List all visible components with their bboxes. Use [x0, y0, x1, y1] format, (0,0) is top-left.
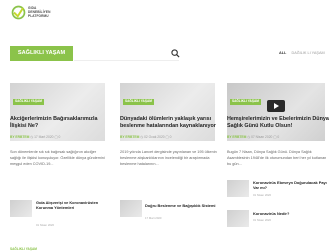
category-tag[interactable]: SAĞLIKLI YAŞAM [230, 99, 261, 105]
post-title[interactable]: Doğru Beslenme ve Bağışıklık Sistemi [145, 203, 217, 208]
logo-leaf-icon [11, 5, 26, 20]
article-author[interactable]: BY ERBTEM [10, 135, 29, 139]
article-date: 17 Mart 2020 [34, 135, 54, 139]
article-meta: BY ERBTEM ◷ 02 Ocak 2020 ▢ 0 [120, 135, 171, 139]
post-date: 01 Nisan 2020 [253, 218, 272, 222]
post-date: 17 Mart 2020 [145, 216, 162, 220]
article-excerpt: 2019 yılında Lancet dergisinde yayınlana… [120, 150, 217, 166]
lang-other[interactable]: DAĞILIK LI YAŞAM [291, 51, 324, 55]
logo-text: GIDA DENEBİLİYEN PLATFORMU [28, 6, 51, 18]
comment-icon: ▢ [165, 135, 169, 139]
article-title[interactable]: Dünyadaki ölümlerin yaklaşık yarısı besl… [120, 116, 220, 130]
category-tag[interactable]: SAĞLIKLI YAŞAM [123, 99, 154, 105]
comment-count: 0 [58, 135, 61, 139]
article-author[interactable]: BY ERBTEM [120, 135, 139, 139]
navbar: SAĞLIKLI YAŞAM ALL DAĞILIK LI YAŞAM [0, 44, 336, 63]
search-input[interactable] [74, 46, 179, 61]
post-title[interactable]: Gıda Alışverişi ve Koronavirüsten Korunm… [36, 200, 108, 211]
section-label[interactable]: SAĞLIKLI YAŞAM [10, 247, 37, 251]
article-excerpt: Son dönemlerde sık sık bağırsak sağlığın… [10, 150, 105, 166]
article-date: 02 Ocak 2020 [144, 135, 165, 139]
article-image[interactable]: SAĞLIKLI YAŞAM [120, 83, 215, 141]
comment-icon: ▢ [273, 135, 277, 139]
site-logo[interactable]: GIDA DENEBİLİYEN PLATFORMU [11, 3, 51, 25]
play-icon[interactable] [267, 100, 285, 112]
article-date: 07 Nisan 2020 [251, 135, 273, 139]
article-meta: BY ERBTEM ◷ 07 Nisan 2020 ▢ 0 [227, 135, 279, 139]
category-tag[interactable]: SAĞLIKLI YAŞAM [13, 99, 44, 105]
article-image[interactable]: SAĞLIKLI YAŞAM [10, 83, 105, 141]
clock-icon: ◷ [140, 135, 144, 139]
lang-all[interactable]: ALL [279, 51, 286, 55]
article-meta: BY ERBTEM ◷ 17 Mart 2020 ▢ 0 [10, 135, 60, 139]
comment-count: 0 [169, 135, 172, 139]
post-title[interactable]: Koronavirüs Ebeveyn Doğurulacak Payı Var… [253, 180, 328, 191]
post-date: 01 Nisan 2020 [36, 223, 55, 227]
post-thumbnail[interactable] [10, 200, 32, 217]
article-title[interactable]: Hemşirelerimizin ve Ebelerimizin Dünya S… [227, 116, 329, 130]
article-image[interactable]: SAĞLIKLI YAŞAM [227, 83, 325, 141]
article-author[interactable]: BY ERBTEM [227, 135, 246, 139]
comment-count: 0 [277, 135, 280, 139]
post-thumbnail[interactable] [120, 200, 142, 217]
post-thumbnail[interactable] [227, 180, 249, 197]
clock-icon: ◷ [30, 135, 34, 139]
post-date: 01 Nisan 2020 [253, 193, 272, 197]
post-title[interactable]: Koronavirüs Nedir? [253, 211, 328, 216]
clock-icon: ◷ [247, 135, 251, 139]
comment-icon: ▢ [54, 135, 58, 139]
language-switch[interactable]: ALL DAĞILIK LI YAŞAM [279, 51, 325, 55]
search-icon[interactable] [171, 49, 180, 58]
article-title[interactable]: Akciğerlerimizin Bağırsaklarımızla İlişk… [10, 116, 110, 130]
post-thumbnail[interactable] [227, 210, 249, 227]
nav-item-saglikli-yasam[interactable]: SAĞLIKLI YAŞAM [10, 46, 73, 61]
article-excerpt: Bugün 7 Nisan, Dünya Sağlık Günü. Dünya … [227, 150, 327, 166]
